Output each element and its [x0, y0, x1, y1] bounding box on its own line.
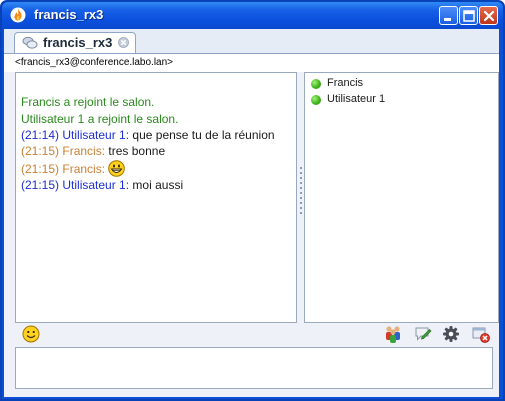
chat-transcript[interactable]: Francis a rejoint le salon. Utilisateur …: [15, 72, 297, 323]
message-sender: Utilisateur 1:: [62, 178, 130, 192]
message-input[interactable]: [15, 347, 493, 389]
leave-room-icon: [472, 327, 490, 343]
grinning-emoticon-icon: [108, 160, 126, 177]
smiley-icon: [22, 325, 40, 343]
window-title: francis_rx3: [34, 7, 104, 22]
leave-room-button[interactable]: [471, 324, 491, 344]
message-body: tres bonne: [108, 144, 166, 158]
chat-bubbles-icon: [22, 36, 38, 49]
invite-users-button[interactable]: [383, 324, 403, 344]
message-time: (21:14): [21, 128, 60, 142]
edit-subject-icon: [415, 327, 432, 341]
gear-icon: [443, 326, 459, 342]
message-sender: Francis:: [62, 144, 106, 158]
invite-users-icon: [386, 326, 400, 343]
notice-text: Utilisateur 1 a rejoint le salon.: [21, 112, 179, 126]
message-time: (21:15): [21, 144, 60, 158]
join-notice: Utilisateur 1 a rejoint le salon.: [21, 112, 178, 126]
message-time: (21:15): [21, 178, 60, 192]
chat-window: francis_rx3 francis_rx3 <francis_rx3@con…: [0, 0, 505, 401]
message-sender: Francis:: [62, 162, 106, 176]
maximize-button[interactable]: [459, 6, 478, 25]
chat-toolbar: [15, 324, 497, 346]
client-area: francis_rx3 <francis_rx3@conference.labo…: [4, 29, 499, 397]
close-tab-icon[interactable]: [118, 37, 129, 48]
tab-francis-rx3[interactable]: francis_rx3: [14, 32, 136, 53]
notice-text: Francis a rejoint le salon.: [21, 95, 155, 109]
flame-icon: [10, 7, 26, 23]
tab-label: francis_rx3: [43, 35, 113, 50]
chat-message: (21:15) Francis:: [21, 160, 126, 177]
close-button[interactable]: [479, 6, 498, 25]
message-time: (21:15): [21, 162, 60, 176]
message-sender: Utilisateur 1:: [62, 128, 130, 142]
maximize-icon: [463, 10, 475, 22]
presence-available-icon: [311, 95, 321, 105]
join-notice: Francis a rejoint le salon.: [21, 95, 154, 109]
settings-button[interactable]: [441, 324, 461, 344]
occupant-name: Utilisateur 1: [327, 93, 386, 105]
title-bar[interactable]: francis_rx3: [2, 2, 503, 29]
chat-message: (21:15) Utilisateur 1: moi aussi: [21, 178, 183, 192]
emoticon-button[interactable]: [21, 324, 41, 344]
presence-available-icon: [311, 79, 321, 89]
edit-subject-button[interactable]: [413, 324, 433, 344]
message-body: moi aussi: [132, 178, 184, 192]
chat-message: (21:15) Francis: tres bonne: [21, 144, 165, 158]
minimize-icon: [444, 18, 451, 21]
close-icon: [483, 10, 495, 22]
chat-message: (21:14) Utilisateur 1: que pense tu de l…: [21, 128, 275, 142]
room-jid: <francis_rx3@conference.labo.lan>: [15, 57, 174, 68]
tab-strip: francis_rx3: [4, 29, 499, 54]
occupants-list[interactable]: Francis Utilisateur 1: [304, 72, 499, 323]
minimize-button[interactable]: [439, 6, 458, 25]
occupant-name: Francis: [327, 77, 364, 89]
message-body: que pense tu de la réunion: [132, 128, 275, 142]
splitter-grip[interactable]: [300, 167, 302, 217]
room-address-bar: <francis_rx3@conference.labo.lan>: [4, 54, 499, 72]
